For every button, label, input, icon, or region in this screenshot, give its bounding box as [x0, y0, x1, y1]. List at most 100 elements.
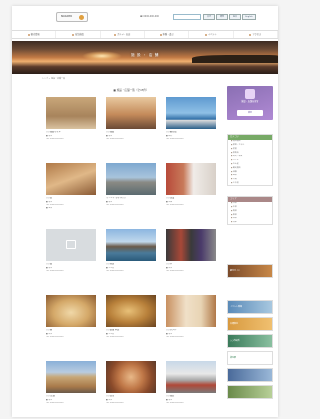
logo-mark-icon [79, 15, 84, 20]
facility-card[interactable]: リゾート ホテル○○ ■ 宿泊 TEL 0000-00-0000 [106, 163, 156, 229]
facility-thumbnail[interactable] [106, 229, 156, 261]
font-large-button[interactable]: 拡大 [229, 14, 241, 20]
facility-tel: TEL 0000-00-0000 [166, 138, 184, 140]
section-title: ■ 施設・店舗一覧（全45件） [113, 89, 149, 92]
facility-name[interactable]: ○○観光船 [166, 131, 216, 134]
facility-tel: TEL 0000-00-0000 [106, 204, 124, 206]
facility-card[interactable]: ○○商店 ■ お土産 TEL 0000-00-0000 [106, 229, 156, 295]
search-promo[interactable]: 施設・店舗を探す 検索 [227, 86, 273, 120]
bullet-icon [159, 33, 162, 36]
facility-tel: TEL 0000-00-0000 [46, 270, 64, 272]
banner-label: 道の駅 [230, 357, 237, 359]
banner-city[interactable]: ○○市役所 [227, 334, 273, 348]
facility-name[interactable]: ○○製菓 本店 [106, 329, 156, 332]
site-logo[interactable]: NAGOYA [56, 12, 88, 22]
search-icon [245, 89, 255, 99]
banner-transport[interactable]: 交通案内 [227, 317, 273, 331]
facility-card[interactable]: ○○館 ■ 宿泊 TEL 0000-00-0000 [46, 229, 96, 295]
facility-card[interactable]: ○○屋 ■ 飲食 TEL 0000-00-0000 [46, 295, 96, 361]
bullet-icon [114, 33, 117, 36]
nav-item-experience[interactable]: 体験・遊ぶ [145, 31, 190, 38]
bullet-icon [72, 33, 75, 36]
breadcrumb[interactable]: トップ > 施設・店舗一覧 [42, 78, 65, 80]
facility-card[interactable]: ○○荘 ■ 宿泊 TEL 0000-00-0000 ■ 温泉 [46, 163, 96, 229]
facility-thumbnail[interactable] [46, 97, 96, 129]
facility-name[interactable]: ○○館 [46, 263, 96, 266]
font-normal-button[interactable]: 標準 [216, 14, 228, 20]
facility-tel: TEL 0000-00-0000 [106, 138, 124, 140]
facility-category: ■ 宿泊 [46, 201, 53, 203]
nav-label: アクセス [252, 33, 262, 36]
area-list: エリア 北部 中部 南部 東部 西部 沿岸 [227, 196, 273, 226]
banner-guide[interactable]: 観光ガイド [227, 264, 273, 278]
facility-tel: TEL 0000-00-0000 [46, 402, 64, 404]
facility-name[interactable]: ○○旅荘 [166, 395, 216, 398]
facility-card[interactable]: ○○漁業 ■ 体験 TEL 0000-00-0000 [166, 163, 216, 229]
facility-card[interactable]: ○○ 民宿 ■ 宿泊 TEL 0000-00-0000 [46, 361, 96, 417]
facility-tel: TEL 0000-00-0000 [46, 204, 64, 206]
facility-name[interactable]: ○○商店 [106, 263, 156, 266]
facility-thumbnail[interactable] [46, 163, 96, 195]
facility-thumbnail[interactable] [46, 229, 96, 261]
facility-card[interactable]: ○○亭 ■ 飲食 TEL 0000-00-0000 [166, 229, 216, 295]
bullet-icon [205, 33, 208, 36]
nav-item-stay[interactable]: 宿泊施設 [56, 31, 101, 38]
facility-thumbnail[interactable] [106, 97, 156, 129]
facility-thumbnail[interactable] [166, 361, 216, 393]
facility-card[interactable]: ○○ホテル ■ 宿泊 TEL 0000-00-0000 [166, 295, 216, 361]
banner-label: 観光ガイド [230, 270, 241, 272]
facility-thumbnail[interactable] [46, 361, 96, 393]
facility-card[interactable]: ○○旅荘 ■ 宿泊 TEL 0000-00-0000 [166, 361, 216, 417]
category-link[interactable]: その他 [228, 181, 272, 185]
facility-tel: TEL 0000-00-0000 [166, 204, 184, 206]
facility-name[interactable]: ○○屋 [46, 329, 96, 332]
facility-name[interactable]: ○○漁業 [166, 197, 216, 200]
facility-name[interactable]: ○○荘 [46, 197, 96, 200]
facility-thumbnail[interactable] [166, 163, 216, 195]
nav-item-gourmet[interactable]: グルメ・お店 [101, 31, 145, 38]
area-link[interactable]: 沿岸 [228, 221, 272, 225]
banner-label: ○○市役所 [230, 340, 240, 342]
facility-card[interactable]: ○○旅館ホテル ■ 宿泊 TEL 0000-00-0000 [46, 97, 96, 163]
facility-thumbnail[interactable] [166, 97, 216, 129]
facility-thumbnail[interactable] [46, 295, 96, 327]
nav-label: グルメ・お店 [117, 33, 131, 36]
facility-thumbnail[interactable] [106, 361, 156, 393]
english-button[interactable]: English [242, 14, 256, 20]
banner-events[interactable]: イベント情報 [227, 300, 273, 314]
facility-thumbnail[interactable] [106, 163, 156, 195]
nav-item-sightseeing[interactable]: 観光情報 [12, 31, 57, 38]
site-header: NAGOYA ☎ 0000-000-000 文字 標準 拡大 English [12, 6, 278, 28]
search-input[interactable] [173, 14, 201, 20]
facility-name[interactable]: ○○ 民宿 [46, 395, 96, 398]
facility-name[interactable]: ○○食堂 [106, 395, 156, 398]
facility-name[interactable]: ○○亭 [166, 263, 216, 266]
facility-name[interactable]: リゾート ホテル○○ [106, 197, 156, 200]
facility-thumbnail[interactable] [106, 295, 156, 327]
facility-name[interactable]: ○○ホテル [166, 329, 216, 332]
facility-thumbnail[interactable] [166, 229, 216, 261]
banner-extra[interactable] [227, 368, 273, 382]
facility-name[interactable]: ○○旅館ホテル [46, 131, 96, 134]
banner-extra[interactable] [227, 385, 273, 399]
banner-michinoeki[interactable]: 道の駅 [227, 351, 273, 365]
nav-item-events[interactable]: イベント [189, 31, 234, 38]
facility-tag: ■ 温泉 [46, 207, 53, 209]
font-small-button[interactable]: 文字 [203, 14, 215, 20]
promo-search-button[interactable]: 検索 [237, 110, 263, 116]
facility-card[interactable]: ○○旅館 ■ 宿泊 TEL 0000-00-0000 [106, 97, 156, 163]
nav-item-access[interactable]: アクセス [234, 31, 278, 38]
facility-card[interactable]: ○○食堂 ■ 飲食 TEL 0000-00-0000 [106, 361, 156, 417]
hero-title: 施 設 ・ 店 舗 [131, 53, 159, 57]
facility-thumbnail[interactable] [166, 295, 216, 327]
facility-category: ■ 宿泊 [46, 267, 53, 269]
facility-tel: TEL 0000-00-0000 [106, 402, 124, 404]
nav-label: 宿泊施設 [75, 33, 84, 36]
facility-tel: TEL 0000-00-0000 [106, 270, 124, 272]
facility-tel: TEL 0000-00-0000 [166, 336, 184, 338]
facility-category: ■ 宿泊 [166, 333, 173, 335]
banner-label: 交通案内 [230, 323, 239, 325]
facility-card[interactable]: ○○観光船 ■ 観光 TEL 0000-00-0000 [166, 97, 216, 163]
facility-card[interactable]: ○○製菓 本店 ■ お土産 TEL 0000-00-0000 [106, 295, 156, 361]
facility-name[interactable]: ○○旅館 [106, 131, 156, 134]
